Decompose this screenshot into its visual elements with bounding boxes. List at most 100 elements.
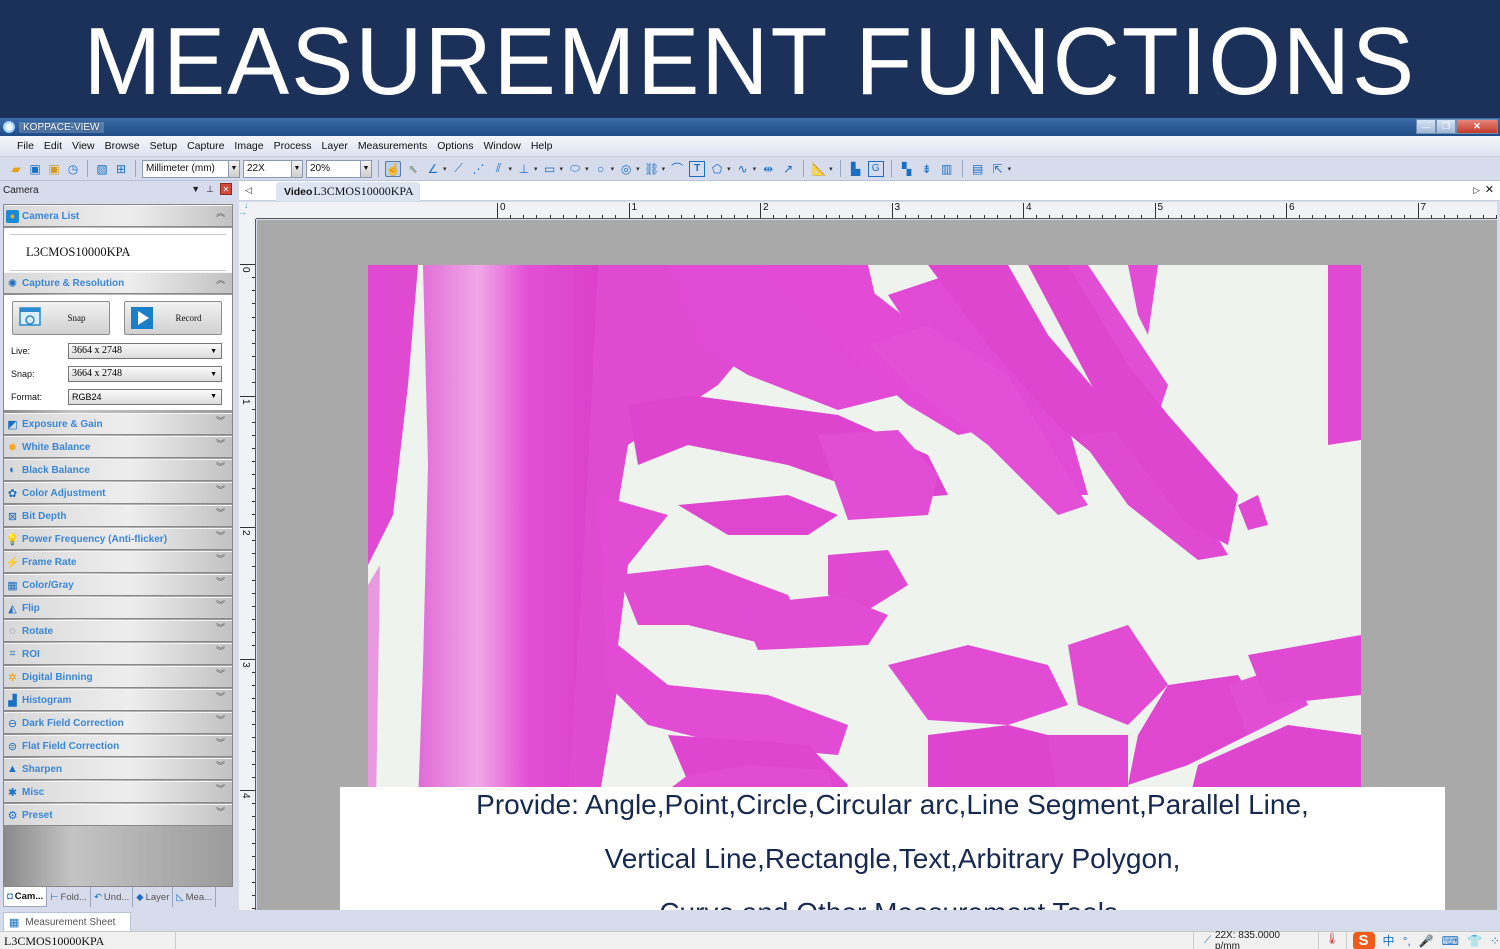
chevron-down-icon[interactable]: ▾ <box>662 165 666 173</box>
select-arrow-tool-icon[interactable]: ⬉ <box>405 161 421 177</box>
snap-button[interactable]: Snap <box>12 301 110 335</box>
arc-tool-icon[interactable]: ⌒ <box>669 161 685 177</box>
tab-scroll-right-icon[interactable]: ▷ <box>1473 185 1480 196</box>
snap-resolution-select[interactable]: 3664 x 2748 ▼ <box>68 365 222 382</box>
chevron-down-icon[interactable]: ▾ <box>534 165 538 173</box>
menu-process[interactable]: Process <box>269 140 317 152</box>
section-flat-field-correction[interactable]: ⊜ Flat Field Correction ︾ <box>4 735 232 757</box>
section-dark-field-correction[interactable]: ⊖ Dark Field Correction ︾ <box>4 712 232 734</box>
timer-icon[interactable]: ◷ <box>65 161 81 177</box>
layer-color-tool-icon[interactable]: ▚ <box>899 161 915 177</box>
tab-scroll-left-icon[interactable]: ◁ <box>245 185 252 196</box>
grid-view-icon[interactable]: ⊞ <box>113 161 129 177</box>
section-camera-list[interactable]: ● Camera List ︽ <box>4 205 232 227</box>
skin-icon[interactable]: 👕 <box>1467 934 1482 948</box>
panel-close-icon[interactable]: ✕ <box>220 183 232 195</box>
menu-file[interactable]: File <box>12 140 39 152</box>
menu-layer[interactable]: Layer <box>317 140 353 152</box>
curve-tool-icon[interactable]: ∿ <box>735 161 751 177</box>
line-segment-tool-icon[interactable]: ⟋ <box>451 161 467 177</box>
section-white-balance[interactable]: ✹ White Balance ︾ <box>4 436 232 458</box>
chevron-down-icon[interactable]: ▾ <box>1008 165 1012 173</box>
chevron-down-icon[interactable]: ▾ <box>560 165 564 173</box>
export-tool-icon[interactable]: ⇱ <box>990 161 1006 177</box>
circle-tool-icon[interactable]: ○ <box>593 161 609 177</box>
unit-select[interactable]: Millimeter (mm) ▼ <box>142 159 240 178</box>
panel-tab-und[interactable]: ↶ Und... <box>91 887 134 907</box>
section-capture-resolution[interactable]: ✺ Capture & Resolution ︽ <box>4 272 232 294</box>
g-box-tool-icon[interactable]: G <box>867 160 884 177</box>
parallel-line-tool-icon[interactable]: ⫽ <box>491 161 507 177</box>
punctuation-icon[interactable]: °, <box>1403 934 1411 948</box>
tab-video[interactable]: Video L3CMOS10000KPA <box>276 182 420 201</box>
live-resolution-select[interactable]: 3664 x 2748 ▼ <box>68 342 222 359</box>
menu-image[interactable]: Image <box>229 140 268 152</box>
section-flip[interactable]: ◭ Flip ︾ <box>4 597 232 619</box>
point-line-tool-icon[interactable]: ⋰ <box>471 161 487 177</box>
calibrate-tool-icon[interactable]: 📐 <box>811 161 827 177</box>
text-tool-icon[interactable]: T <box>689 160 706 177</box>
chart-tool-icon[interactable]: ▙ <box>848 161 864 177</box>
camera-list-item[interactable]: L3CMOS10000KPA <box>10 234 226 271</box>
chevron-down-icon[interactable]: ▾ <box>727 165 731 173</box>
section-frame-rate[interactable]: ⚡ Frame Rate ︾ <box>4 551 232 573</box>
section-color-adjustment[interactable]: ✿ Color Adjustment ︾ <box>4 482 232 504</box>
chevron-down-icon[interactable]: ▾ <box>829 165 833 173</box>
panel-tab-cam[interactable]: ◘ Cam... <box>3 887 48 907</box>
section-preset[interactable]: ⚙ Preset ︾ <box>4 804 232 826</box>
menu-window[interactable]: Window <box>478 140 525 152</box>
ellipse-tool-icon[interactable]: ⬭ <box>567 161 583 177</box>
panel-tab-layer[interactable]: ◆ Layer <box>133 887 174 907</box>
save-as-icon[interactable]: ▣ <box>46 161 62 177</box>
microphone-icon[interactable]: 🎤 <box>1419 934 1434 948</box>
chevron-down-icon[interactable]: ▾ <box>585 165 589 173</box>
chevron-down-icon[interactable]: ▾ <box>753 165 757 173</box>
section-exposure-gain[interactable]: ◩ Exposure & Gain ︾ <box>4 413 232 435</box>
restore-button[interactable]: ❐ <box>1436 119 1456 134</box>
concentric-circle-tool-icon[interactable]: ◎ <box>618 161 634 177</box>
panel-tab-mea[interactable]: ◺ Mea... <box>173 887 217 907</box>
chevron-down-icon[interactable]: ▾ <box>443 165 447 173</box>
sogou-ime-icon[interactable]: S <box>1352 931 1375 949</box>
menu-help[interactable]: Help <box>526 140 558 152</box>
keyboard-icon[interactable]: ⌨ <box>1442 934 1459 948</box>
magnification-select[interactable]: 22X ▼ <box>243 159 303 178</box>
menu-edit[interactable]: Edit <box>39 140 67 152</box>
save-icon[interactable]: ▣ <box>27 161 43 177</box>
section-digital-binning[interactable]: ✲ Digital Binning ︾ <box>4 666 232 688</box>
align-tool-icon[interactable]: ⇟ <box>919 161 935 177</box>
tab-close-icon[interactable]: ✕ <box>1485 183 1494 196</box>
delete-tool-icon[interactable]: ▥ <box>939 161 955 177</box>
browse-folder-icon[interactable]: ▨ <box>94 161 110 177</box>
tab-measurement-sheet[interactable]: ▦ Measurement Sheet <box>3 912 131 931</box>
polygon-tool-icon[interactable]: ⬠ <box>709 161 725 177</box>
section-misc[interactable]: ✱ Misc ︾ <box>4 781 232 803</box>
microscope-image[interactable] <box>368 265 1361 805</box>
ime-chinese-icon[interactable]: 中 <box>1383 932 1395 949</box>
scale-bar-tool-icon[interactable]: ⇹ <box>760 161 776 177</box>
rectangle-tool-icon[interactable]: ▭ <box>542 161 558 177</box>
link-tool-icon[interactable]: ⛓ <box>644 161 660 177</box>
vertical-line-tool-icon[interactable]: ⊥ <box>516 161 532 177</box>
menu-setup[interactable]: Setup <box>145 140 182 152</box>
chevron-down-icon[interactable]: ▾ <box>636 165 640 173</box>
section-sharpen[interactable]: ▲ Sharpen ︾ <box>4 758 232 780</box>
menu-capture[interactable]: Capture <box>182 140 229 152</box>
section-color-gray[interactable]: ▦ Color/Gray ︾ <box>4 574 232 596</box>
close-button[interactable]: ✕ <box>1456 119 1498 134</box>
section-rotate[interactable]: ◌ Rotate ︾ <box>4 620 232 642</box>
pin-icon[interactable]: ⊥ <box>206 184 214 195</box>
section-histogram[interactable]: ▟ Histogram ︾ <box>4 689 232 711</box>
open-folder-icon[interactable]: ▰ <box>8 161 24 177</box>
chevron-down-icon[interactable]: ▾ <box>509 165 513 173</box>
record-button[interactable]: Record <box>124 301 222 335</box>
section-bit-depth[interactable]: ⊠ Bit Depth ︾ <box>4 505 232 527</box>
arrow-tool-icon[interactable]: ↗ <box>780 161 796 177</box>
menu-browse[interactable]: Browse <box>100 140 145 152</box>
menu-view[interactable]: View <box>67 140 100 152</box>
menu-measurements[interactable]: Measurements <box>353 140 432 152</box>
section-black-balance[interactable]: ◐ Black Balance ︾ <box>4 459 232 481</box>
pan-hand-tool-icon[interactable]: ☝ <box>385 160 401 177</box>
section-roi[interactable]: ⌗ ROI ︾ <box>4 643 232 665</box>
chevron-down-icon[interactable]: ▾ <box>611 165 615 173</box>
